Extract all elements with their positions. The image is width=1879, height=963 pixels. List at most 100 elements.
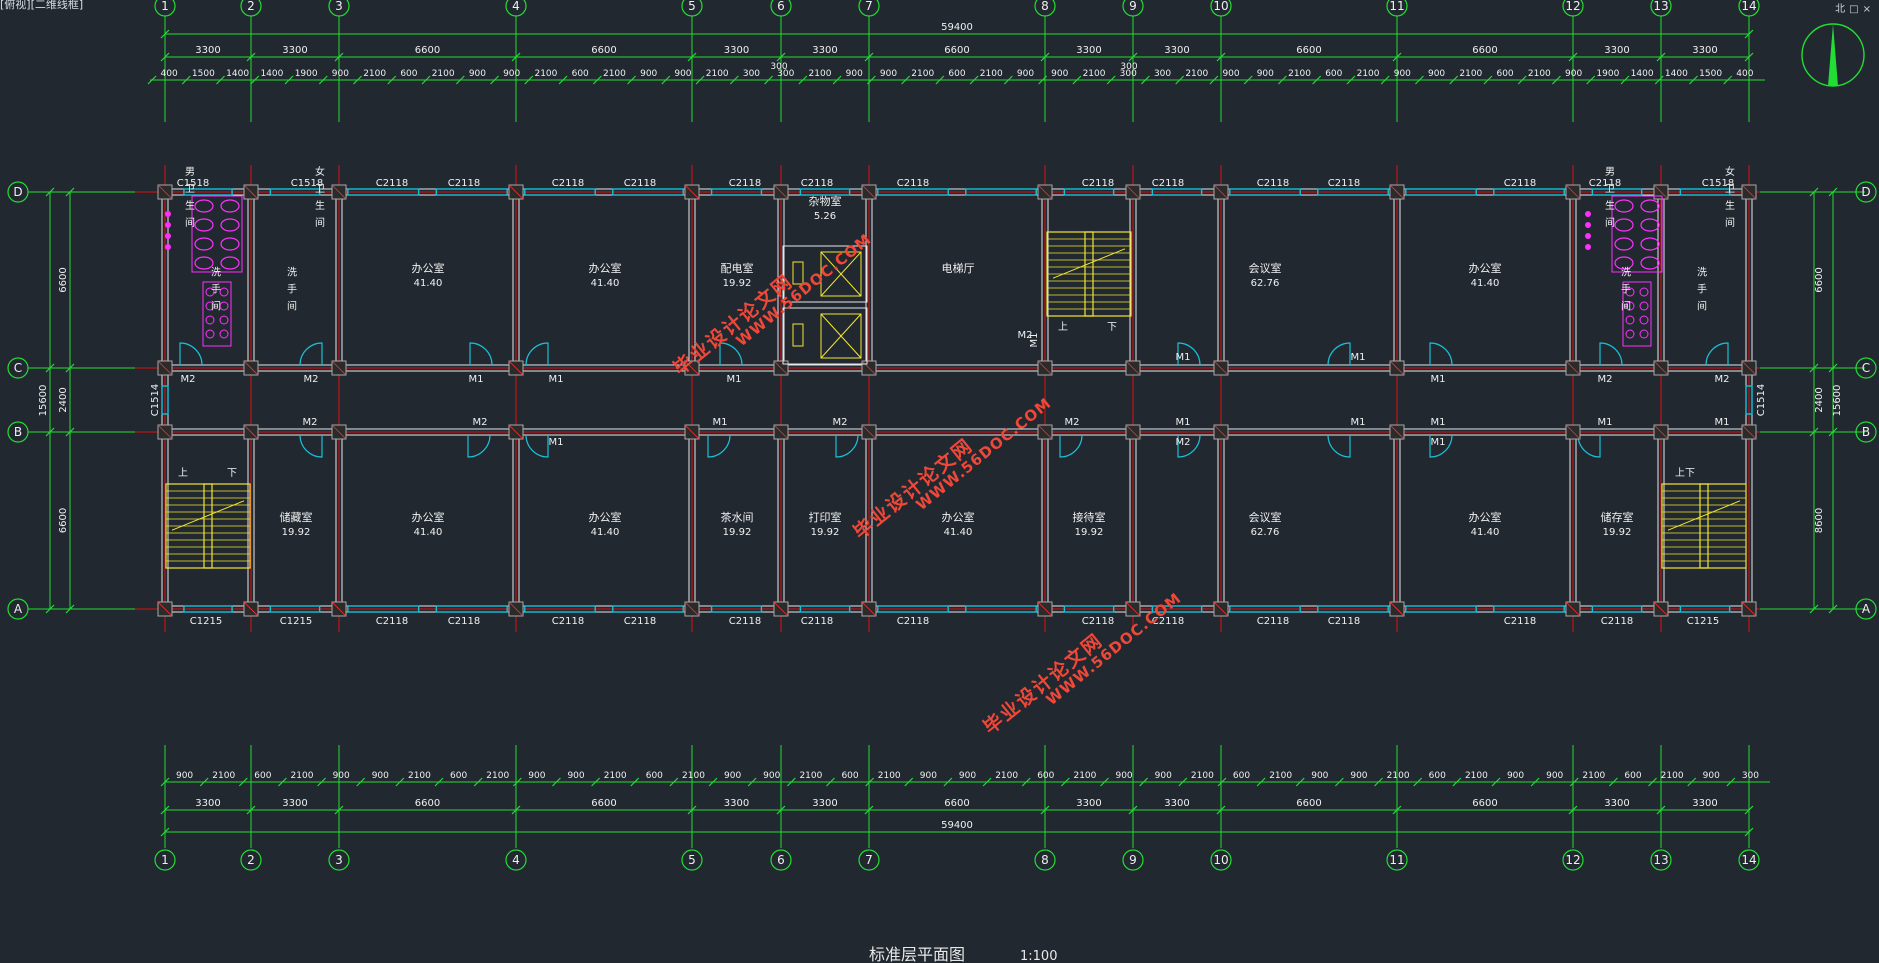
door: [299, 434, 323, 458]
door-label: M1: [1176, 417, 1191, 428]
toilet-stalls: [1611, 195, 1663, 273]
columns: [157, 184, 1757, 617]
axis-bubble-label: 2: [247, 0, 255, 13]
door: [1577, 434, 1601, 458]
dimension-text: 3300: [812, 45, 837, 56]
door-label: M2: [304, 374, 319, 385]
door-label: M2: [181, 374, 196, 385]
toilet-fixture: [1614, 218, 1634, 232]
door-label: M2: [1598, 374, 1613, 385]
toilet-stalls: [191, 195, 243, 273]
window-label: C1215: [190, 616, 222, 627]
dimension-text: 1900: [295, 69, 318, 79]
window-label: C2118: [1328, 616, 1360, 627]
dimension-text: 2100: [1191, 771, 1214, 781]
window-label: C2118: [897, 616, 929, 627]
stair-label: 上: [178, 467, 188, 479]
watermark: 毕业设计论文网WWW.56DOC.COM: [979, 589, 1185, 739]
dimension-text: 300: [1120, 62, 1137, 72]
door-label: M1: [1431, 374, 1446, 385]
room-label: 男卫生间: [183, 166, 195, 234]
dimension-text: 2100: [799, 771, 822, 781]
dimension-text: 3300: [1692, 45, 1717, 56]
room-area: 19.92: [723, 278, 752, 289]
stair-label: 下: [227, 468, 237, 479]
dimension-text: 2100: [1357, 69, 1380, 79]
room-name: 办公室: [1469, 510, 1502, 524]
dimension-text: 2100: [212, 771, 235, 781]
dimension-text: 2100: [432, 69, 455, 79]
room-area: 19.92: [1603, 527, 1632, 538]
dimension-text: 300: [743, 69, 760, 79]
toilet-fixture: [194, 237, 214, 251]
dimension-text: 2100: [603, 69, 626, 79]
axis-bubble-label: 9: [1129, 853, 1137, 867]
dimension-text: 400: [1736, 69, 1753, 79]
sink-fixture: [1625, 329, 1635, 339]
dimension-text: 6600: [1472, 45, 1497, 56]
room-label: 洗手间: [1695, 266, 1707, 317]
room-name: 杂物室: [809, 194, 842, 208]
room-area: 19.92: [1075, 527, 1104, 538]
sink-fixture: [1639, 315, 1649, 325]
room-name: 办公室: [942, 510, 975, 524]
dimension-text: 6600: [415, 45, 440, 56]
room-area: 41.40: [591, 278, 620, 289]
window-label: C2118: [448, 178, 480, 189]
dimension-text: 6600: [1814, 267, 1825, 292]
room-label: 女卫生间: [313, 165, 325, 234]
room-area: 41.40: [414, 527, 443, 538]
window-label: C2118: [1082, 616, 1114, 627]
dimension-text: 3300: [195, 45, 220, 56]
window-label: C2118: [801, 178, 833, 189]
axis-bubble-label: 13: [1653, 853, 1668, 867]
toilet-fixture: [220, 237, 240, 251]
dimension-text: 2100: [1387, 771, 1410, 781]
dimension-text: 300: [770, 62, 787, 72]
toilet-fixture: [1640, 218, 1660, 232]
window-label: C2118: [376, 616, 408, 627]
dimension-text: 3300: [282, 45, 307, 56]
dimension-text: 2100: [1465, 771, 1488, 781]
window-label: C2118: [801, 616, 833, 627]
dimension-text: 900: [567, 771, 584, 781]
dimension-text: 600: [400, 69, 417, 79]
dimension-text: 1500: [1699, 69, 1722, 79]
dimension-text: 2100: [1185, 69, 1208, 79]
dimension-text: 900: [1394, 69, 1411, 79]
window-label: C2118: [1601, 616, 1633, 627]
dimension-text: 900: [1311, 771, 1328, 781]
axis-bubble-label: 10: [1213, 0, 1228, 13]
door-label: M2: [833, 417, 848, 428]
dimension-text: 2100: [1288, 69, 1311, 79]
dimension-text: 2100: [980, 69, 1003, 79]
dimension-text: 59400: [941, 22, 973, 33]
dimension-text: 900: [1507, 771, 1524, 781]
north-arrow-icon: [1801, 23, 1865, 87]
floor-plan-drawing[interactable]: 59400 3300 3300 6600 6600 3300 3300 6600 3300 330…: [0, 0, 1879, 963]
room-area: 41.40: [1471, 278, 1500, 289]
window-label: C2118: [624, 616, 656, 627]
urinal-fixture: [1585, 222, 1591, 228]
window-label: C2118: [448, 616, 480, 627]
urinal-fixture: [165, 244, 171, 250]
dimension-text: 900: [1222, 69, 1239, 79]
dimension-text: 600: [450, 771, 467, 781]
dimension-text: 600: [1496, 69, 1513, 79]
stair-label: 上: [1058, 321, 1068, 333]
room-area: 41.40: [414, 278, 443, 289]
axis-bubble-label: 14: [1741, 0, 1756, 13]
dimension-text: 900: [1703, 771, 1720, 781]
dimension-text: 15600: [38, 385, 49, 417]
sink-fixture: [1639, 287, 1649, 297]
dimension-text: 3300: [812, 798, 837, 809]
dimension-text: 2100: [291, 771, 314, 781]
door-label: M2: [1715, 374, 1730, 385]
sink-fixture: [219, 287, 229, 297]
dimension-text: 2100: [878, 771, 901, 781]
dimension-text: 6600: [944, 45, 969, 56]
dimension-text: 900: [503, 69, 520, 79]
door: [1327, 342, 1351, 366]
window-label: C2118: [1257, 616, 1289, 627]
dimension-text: 3300: [1164, 45, 1189, 56]
